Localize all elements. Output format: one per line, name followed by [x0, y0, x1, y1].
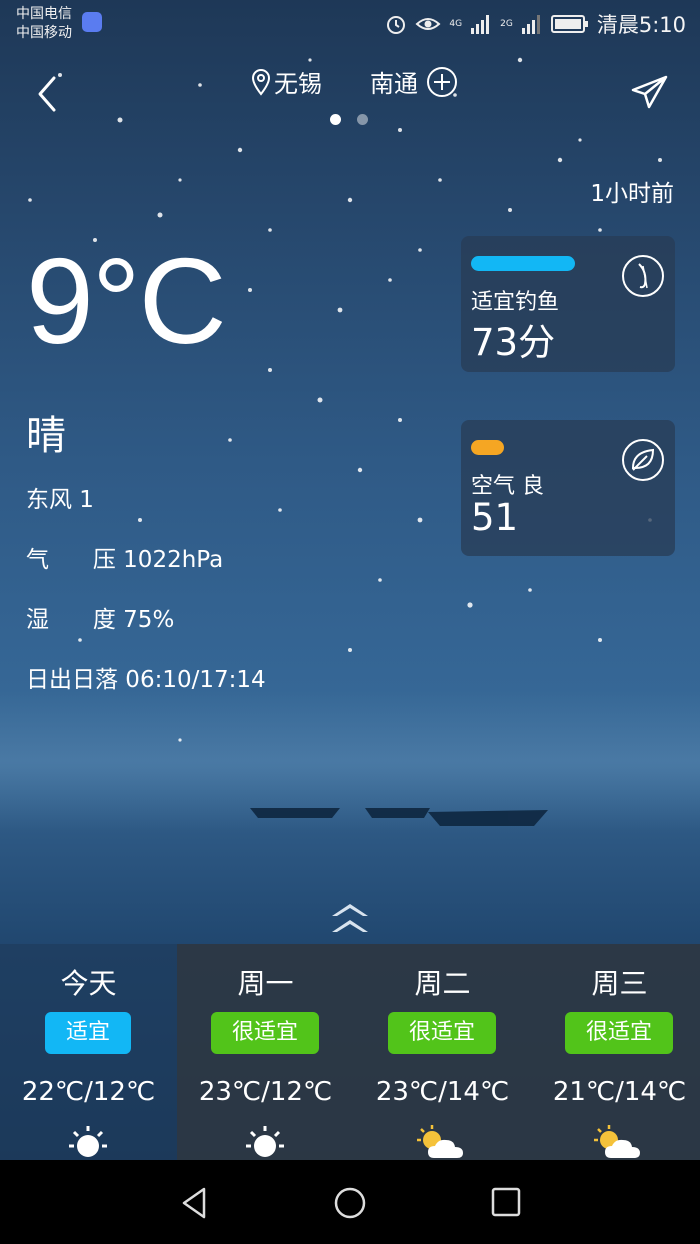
back-icon[interactable]: [30, 74, 66, 114]
forecast-day-wed[interactable]: 周三 很适宜 21℃/14℃: [531, 944, 700, 1160]
sun-icon: [69, 1126, 107, 1157]
nav-back-icon[interactable]: [178, 1186, 212, 1220]
page-indicator: [330, 114, 368, 125]
system-nav-bar: [0, 1160, 700, 1244]
battery-icon: [550, 15, 588, 33]
forecast-day-mon[interactable]: 周一 很适宜 23℃/12℃: [177, 944, 354, 1160]
partly-cloudy-icon: [594, 1125, 640, 1158]
air-quality-card[interactable]: 空气 良 51: [461, 420, 675, 556]
music-app-icon: [82, 12, 102, 32]
leaf-icon: [622, 439, 664, 481]
sun-icon: [246, 1126, 284, 1157]
alarm-icon: [387, 16, 406, 34]
partly-cloudy-icon: [417, 1125, 463, 1158]
status-icons: 4G 2G 清晨5:10: [385, 8, 686, 40]
weather-screen: 中国电信 中国移动 4G 2G 清晨5:10 无锡 南通 1小时前 9°C 晴 …: [0, 0, 700, 1160]
add-city-icon[interactable]: [426, 66, 458, 98]
current-city-name: 无锡: [274, 70, 322, 98]
carrier-2: 中国移动: [16, 25, 72, 41]
fishing-score: 73分: [471, 321, 556, 364]
nav-home-icon[interactable]: [333, 1186, 367, 1220]
day-name: 今天: [60, 967, 117, 1000]
fishing-bar: [471, 256, 575, 271]
fishing-badge: 适宜: [45, 1012, 131, 1054]
day-name: 周二: [414, 967, 471, 1000]
forecast-strip: 今天 适宜 22℃/12℃ 周一 很适宜 23℃/12℃ 周二 很适宜 23℃/…: [0, 944, 700, 1160]
weather-condition: 晴: [26, 413, 66, 459]
carrier-1: 中国电信: [16, 6, 72, 22]
expand-up-icon[interactable]: [328, 898, 372, 938]
fishing-badge: 很适宜: [565, 1012, 673, 1054]
network-2-label: 2G: [500, 19, 513, 29]
day-temperature: 23℃/14℃: [375, 1077, 510, 1107]
air-bar: [471, 440, 504, 455]
updated-time: 1小时前: [590, 181, 674, 207]
forecast-day-today[interactable]: 今天 适宜 22℃/12℃: [0, 944, 177, 1160]
fishing-card[interactable]: 适宜钓鱼 73分: [461, 236, 675, 372]
signal-2-icon: [521, 15, 540, 34]
fishing-badge: 很适宜: [388, 1012, 496, 1054]
other-city-name: 南通: [370, 70, 418, 98]
eye-icon: [415, 18, 441, 30]
fishing-icon: [622, 255, 664, 297]
clock-time: 清晨5:10: [596, 13, 686, 37]
wind-info: 东风 1: [26, 487, 94, 513]
status-bar: 中国电信 中国移动 4G 2G 清晨5:10: [0, 0, 700, 48]
nav-recent-apps-icon[interactable]: [490, 1186, 522, 1218]
forecast-day-tue[interactable]: 周二 很适宜 23℃/14℃: [354, 944, 531, 1160]
city-tab-other[interactable]: 南通: [370, 64, 458, 99]
day-name: 周一: [237, 967, 294, 1000]
network-1-label: 4G: [449, 19, 463, 29]
fishing-badge: 很适宜: [211, 1012, 319, 1054]
pressure-info: 气 压 1022hPa: [26, 547, 224, 573]
page-dot: [357, 114, 368, 125]
city-tab-current[interactable]: 无锡: [250, 64, 322, 99]
humidity-info: 湿 度 75%: [26, 607, 175, 633]
day-temperature: 23℃/12℃: [198, 1077, 333, 1107]
page-dot-active: [330, 114, 341, 125]
day-temperature: 21℃/14℃: [552, 1077, 687, 1107]
day-temperature: 22℃/12℃: [21, 1077, 156, 1107]
location-pin-icon: [251, 68, 271, 96]
share-icon[interactable]: [630, 74, 670, 110]
air-value: 51: [471, 496, 519, 539]
carrier-info: 中国电信 中国移动: [16, 5, 72, 43]
day-name: 周三: [591, 967, 648, 1000]
sunrise-sunset-info: 日出日落 06:10/17:14: [26, 667, 266, 693]
signal-icon: [471, 15, 490, 34]
current-temperature: 9°C: [26, 233, 227, 369]
